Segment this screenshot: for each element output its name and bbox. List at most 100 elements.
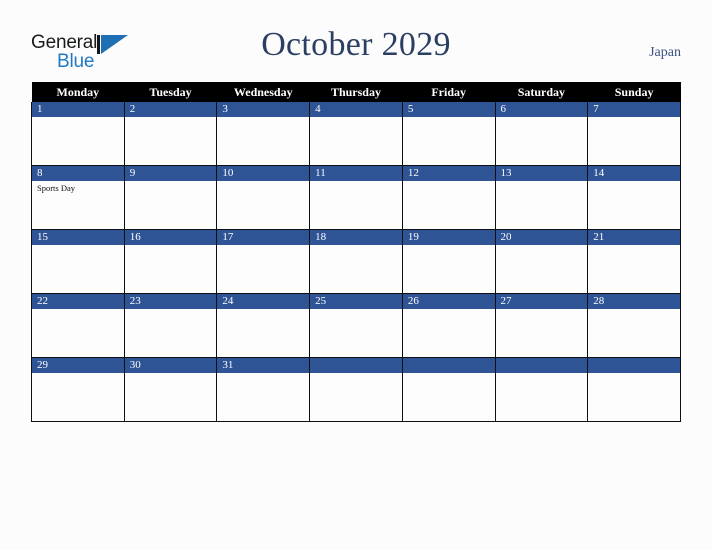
day-number: 28 <box>588 294 680 309</box>
day-events <box>32 373 124 421</box>
day-number: 22 <box>32 294 124 309</box>
calendar-day-cell[interactable] <box>401 357 496 422</box>
day-number: 7 <box>588 102 680 117</box>
day-events <box>217 373 309 421</box>
weekday-header-thursday: Thursday <box>309 82 403 102</box>
day-events <box>32 245 124 293</box>
page-header: General Blue October 2029 Japan <box>0 0 712 82</box>
weekday-header-friday: Friday <box>402 82 496 102</box>
weekday-header-sunday: Sunday <box>587 82 681 102</box>
calendar-day-cell[interactable]: 30 <box>123 357 218 422</box>
day-events <box>588 181 680 229</box>
calendar-grid: Monday Tuesday Wednesday Thursday Friday… <box>31 82 681 422</box>
day-number: 6 <box>495 102 588 117</box>
calendar-day-cell[interactable]: 16 <box>123 229 218 294</box>
calendar-week-row: 22 23 24 25 26 27 28 <box>31 293 681 358</box>
weekday-header-saturday: Saturday <box>495 82 588 102</box>
day-number <box>402 358 495 373</box>
day-number: 21 <box>588 230 680 245</box>
day-number: 11 <box>310 166 402 181</box>
calendar-day-cell[interactable]: 7 <box>587 102 681 166</box>
day-events <box>310 373 402 421</box>
day-events <box>403 245 495 293</box>
day-number: 25 <box>310 294 402 309</box>
calendar-day-cell[interactable] <box>494 357 589 422</box>
calendar-day-cell[interactable]: 22 <box>31 293 125 358</box>
day-events <box>310 309 402 357</box>
calendar-day-cell[interactable]: 6 <box>494 102 589 166</box>
calendar-day-cell[interactable]: 14 <box>587 165 681 230</box>
calendar-day-cell[interactable]: 29 <box>31 357 125 422</box>
calendar-day-cell[interactable] <box>587 357 681 422</box>
day-number: 24 <box>217 294 310 309</box>
day-number: 2 <box>124 102 217 117</box>
day-events <box>125 245 217 293</box>
day-events <box>217 117 309 165</box>
page-title: October 2029 <box>261 26 451 63</box>
calendar-day-cell[interactable]: 10 <box>216 165 311 230</box>
day-number: 23 <box>124 294 217 309</box>
calendar-day-cell[interactable]: 25 <box>309 293 403 358</box>
calendar-day-cell[interactable]: 3 <box>216 102 311 166</box>
calendar-day-cell[interactable] <box>309 357 403 422</box>
calendar-day-cell[interactable]: 12 <box>401 165 496 230</box>
calendar-week-row: 8 Sports Day 9 10 11 12 13 14 <box>31 165 681 230</box>
calendar-day-cell[interactable]: 18 <box>309 229 403 294</box>
calendar-body: 1 2 3 4 5 6 7 8 Sports Day 9 10 11 12 13 14 15 16 17 18 19 2… <box>31 102 681 422</box>
calendar-day-cell[interactable]: 31 <box>216 357 311 422</box>
day-events <box>588 309 680 357</box>
calendar-day-cell[interactable]: 15 <box>31 229 125 294</box>
calendar-day-cell[interactable]: 19 <box>401 229 496 294</box>
calendar-day-cell[interactable]: 20 <box>494 229 589 294</box>
day-events <box>32 117 124 165</box>
day-events <box>217 181 309 229</box>
day-events <box>310 117 402 165</box>
day-events <box>403 373 495 421</box>
day-events <box>496 117 588 165</box>
calendar-day-cell[interactable]: 4 <box>309 102 403 166</box>
day-events <box>403 309 495 357</box>
calendar-day-cell[interactable]: 26 <box>401 293 496 358</box>
calendar-day-cell[interactable]: 1 <box>31 102 125 166</box>
day-number: 8 <box>32 166 124 181</box>
day-events <box>125 181 217 229</box>
calendar-day-cell[interactable]: 11 <box>309 165 403 230</box>
day-events <box>588 245 680 293</box>
calendar-day-cell[interactable]: 2 <box>123 102 218 166</box>
day-number: 19 <box>402 230 495 245</box>
day-number: 29 <box>32 358 124 373</box>
day-events <box>588 373 680 421</box>
calendar-day-cell[interactable]: 17 <box>216 229 311 294</box>
day-number: 3 <box>217 102 310 117</box>
event-label: Sports Day <box>37 183 76 193</box>
day-number: 30 <box>124 358 217 373</box>
calendar-day-cell[interactable]: 21 <box>587 229 681 294</box>
calendar-day-cell[interactable]: 13 <box>494 165 589 230</box>
calendar-day-cell[interactable]: 23 <box>123 293 218 358</box>
day-number: 5 <box>402 102 495 117</box>
country-label: Japan <box>649 45 681 60</box>
day-events <box>125 117 217 165</box>
day-number: 31 <box>217 358 310 373</box>
day-number: 10 <box>217 166 310 181</box>
day-number: 4 <box>310 102 402 117</box>
calendar-day-cell[interactable]: 9 <box>123 165 218 230</box>
calendar-day-cell[interactable]: 28 <box>587 293 681 358</box>
day-events <box>496 373 588 421</box>
day-events <box>496 245 588 293</box>
day-number <box>310 358 402 373</box>
calendar-week-row: 29 30 31 <box>31 357 681 422</box>
calendar-day-cell[interactable]: 5 <box>401 102 496 166</box>
day-events <box>496 309 588 357</box>
day-events <box>125 373 217 421</box>
calendar-day-cell[interactable]: 24 <box>216 293 311 358</box>
calendar-header-row: Monday Tuesday Wednesday Thursday Friday… <box>31 82 681 102</box>
calendar-day-cell[interactable]: 27 <box>494 293 589 358</box>
day-events <box>217 245 309 293</box>
calendar-day-cell[interactable]: 8 Sports Day <box>31 165 125 230</box>
day-number: 9 <box>124 166 217 181</box>
day-number <box>495 358 588 373</box>
day-number: 17 <box>217 230 310 245</box>
calendar-week-row: 1234567 <box>31 102 681 166</box>
day-events: Sports Day <box>32 181 124 229</box>
